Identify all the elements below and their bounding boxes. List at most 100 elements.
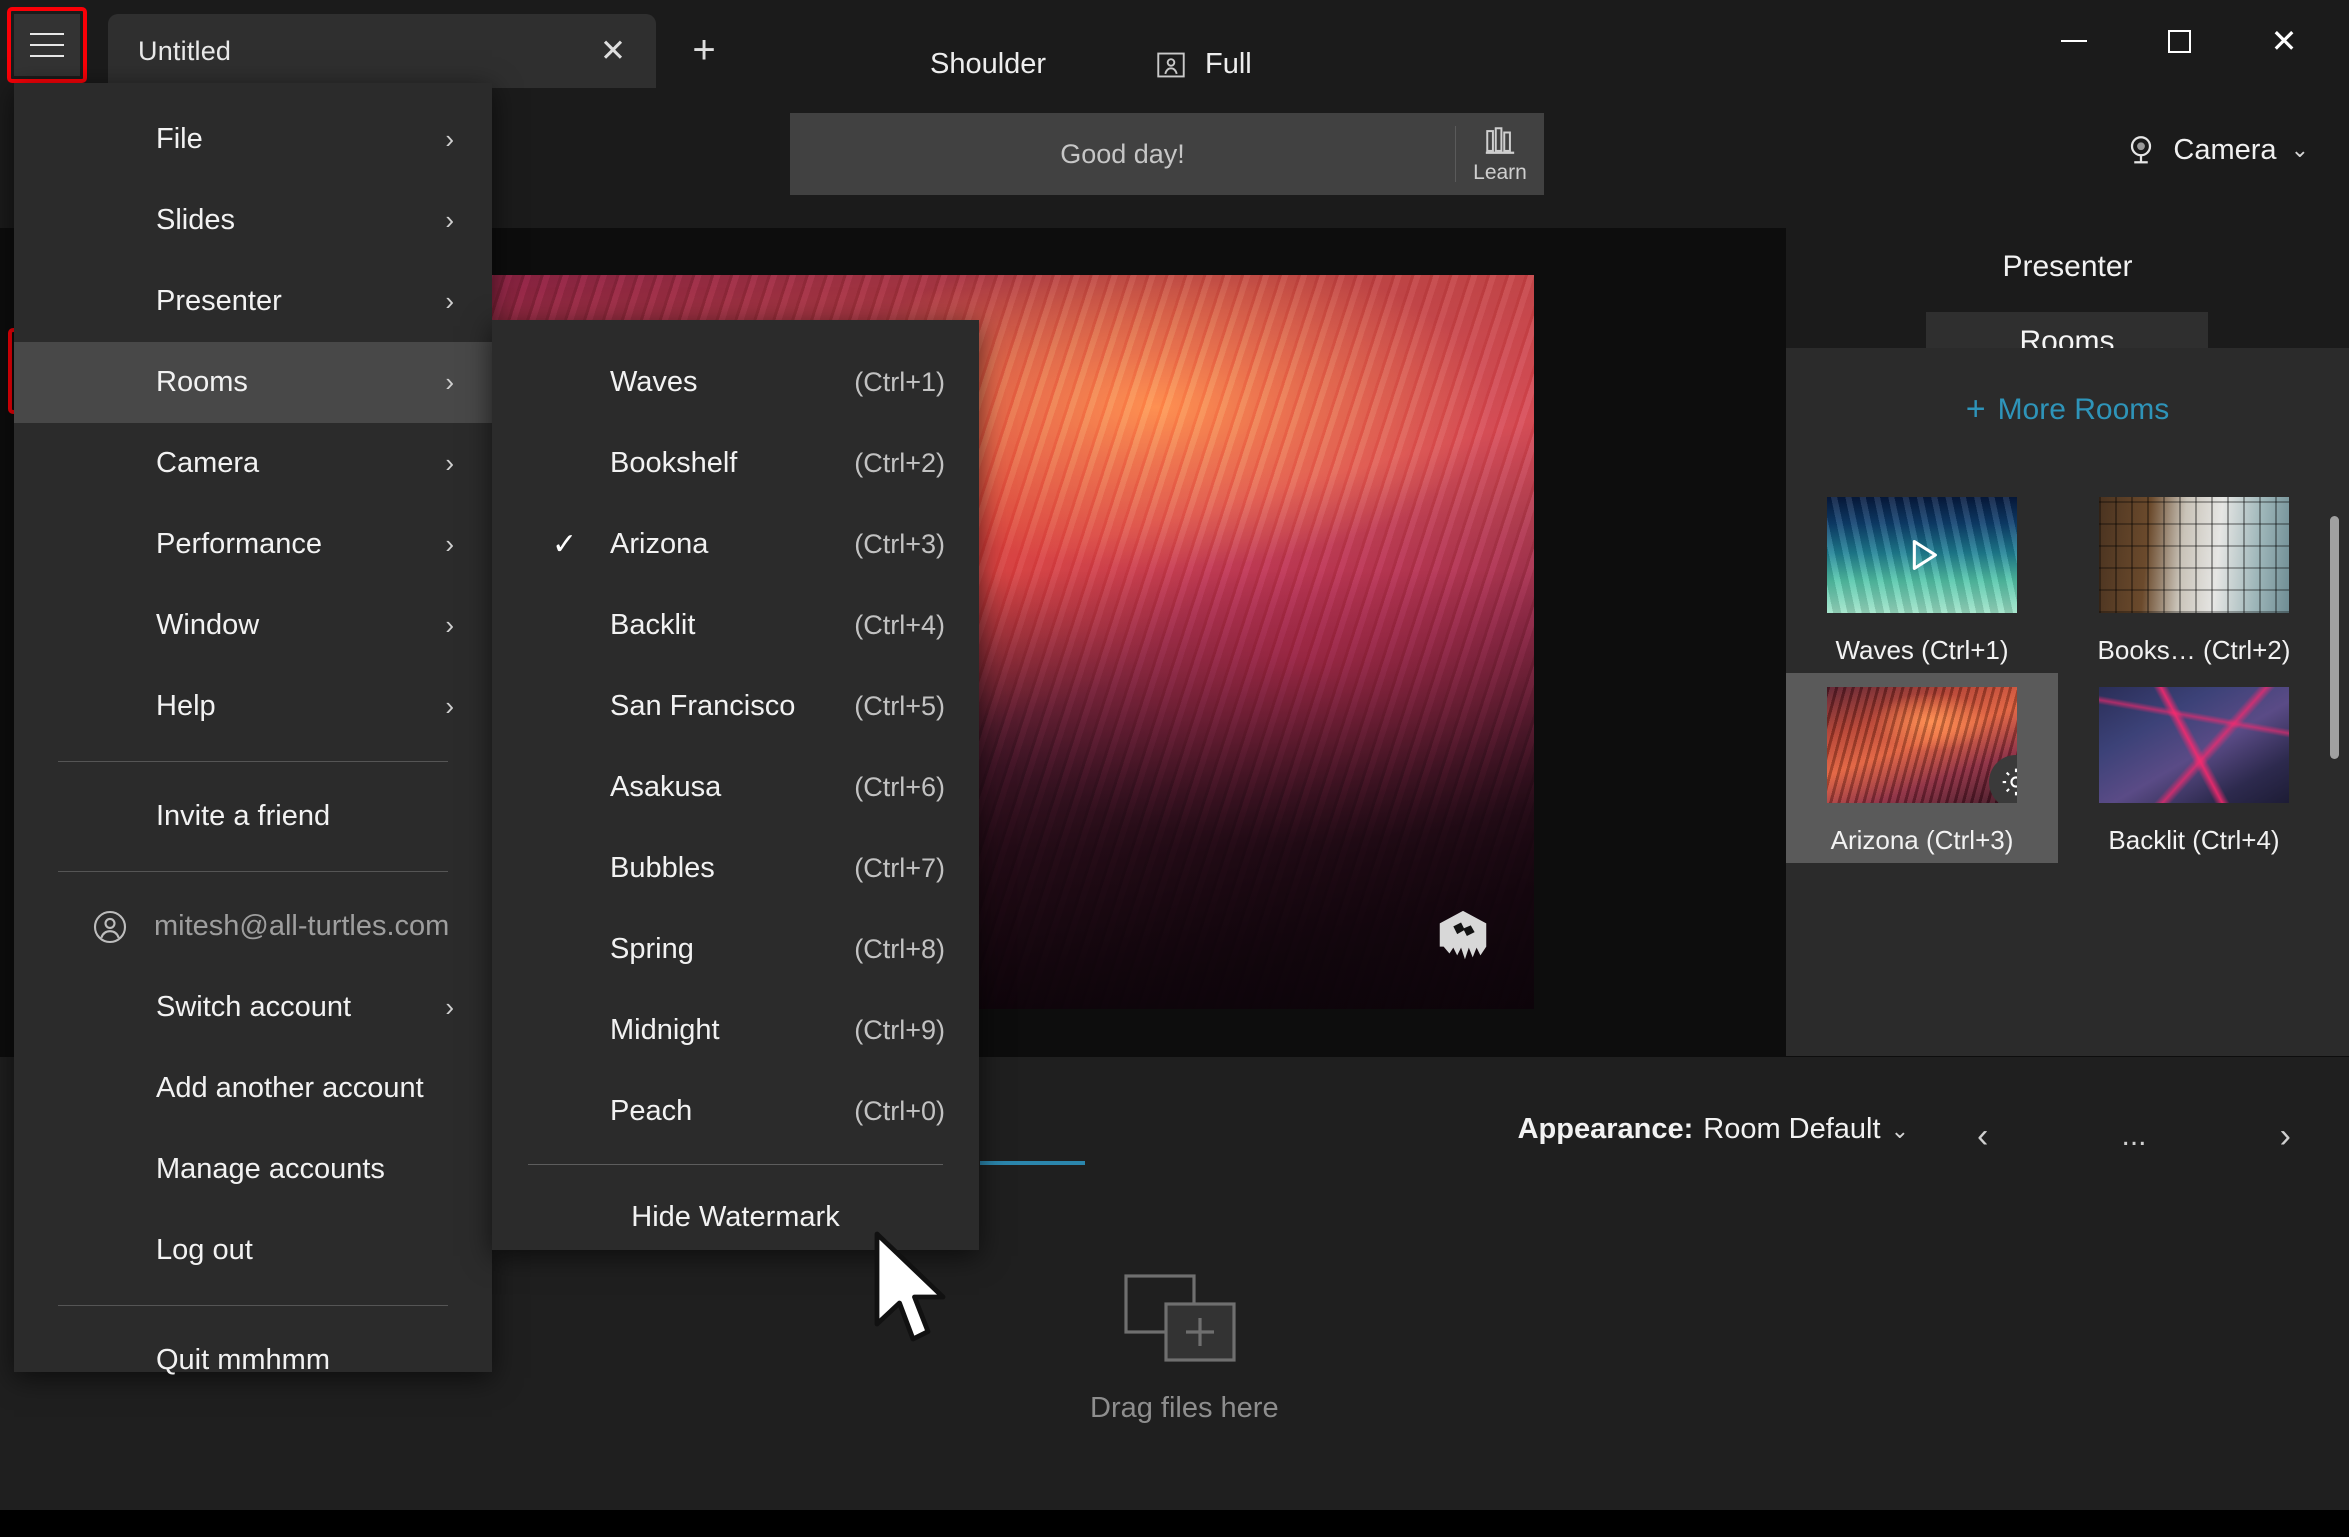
learn-button[interactable]: Learn (1456, 113, 1544, 195)
previous-button[interactable]: ‹ (1959, 1117, 2006, 1156)
more-options-button[interactable]: ... (2121, 1119, 2146, 1153)
close-icon: ✕ (2270, 23, 2298, 59)
submenu-item-arizona[interactable]: ✓ Arizona (Ctrl+3) (492, 504, 979, 585)
framing-shoulder-button[interactable]: Shoulder (930, 48, 1046, 81)
room-card-backlit[interactable]: Backlit (Ctrl+4) (2058, 673, 2330, 863)
submenu-item-label: Asakusa (610, 771, 722, 803)
menu-item-quit[interactable]: Quit mmhmm (14, 1320, 492, 1401)
menu-item-presenter[interactable]: Presenter › (14, 261, 492, 342)
chevron-right-icon: › (445, 124, 454, 154)
new-tab-button[interactable]: + (680, 26, 728, 74)
chevron-right-icon: › (445, 367, 454, 397)
next-button[interactable]: › (2262, 1117, 2309, 1156)
menu-item-help[interactable]: Help › (14, 666, 492, 747)
room-card-waves[interactable]: Waves (Ctrl+1) (1786, 483, 2058, 673)
dropzone-label: Drag files here (1090, 1392, 1279, 1424)
menu-item-label: Slides (156, 204, 235, 236)
rooms-panel: + More Rooms Waves (Ctrl+1) Books… (Ctrl… (1786, 348, 2349, 1056)
menu-item-invite-a-friend[interactable]: Invite a friend (14, 776, 492, 857)
appearance-prefix-label: Appearance: (1517, 1113, 1694, 1145)
gear-icon[interactable] (1989, 755, 2017, 803)
camera-selector[interactable]: Camera ⌄ (2123, 132, 2309, 168)
menu-item-switch-account[interactable]: Switch account › (14, 967, 492, 1048)
room-card-arizona[interactable]: Arizona (Ctrl+3) (1786, 673, 2058, 863)
room-card-bookshelf[interactable]: Books… (Ctrl+2) (2058, 483, 2330, 673)
checkmark-icon: ✓ (552, 528, 578, 561)
screen: Untitled ✕ + ✕ Good day! Learn Camera ⌄ … (0, 0, 2349, 1537)
submenu-item-spring[interactable]: Spring (Ctrl+8) (492, 909, 979, 990)
chevron-down-icon: ⌄ (2290, 137, 2309, 162)
menu-item-label: Manage accounts (156, 1153, 385, 1185)
maximize-button[interactable] (2140, 10, 2218, 72)
menu-item-slides[interactable]: Slides › (14, 180, 492, 261)
submenu-item-label: Arizona (610, 528, 709, 560)
submenu-item-shortcut: (Ctrl+6) (854, 772, 945, 802)
learn-label: Learn (1473, 160, 1527, 184)
submenu-item-bookshelf[interactable]: Bookshelf (Ctrl+2) (492, 423, 979, 504)
appearance-selector[interactable]: Appearance: Room Default ⌄ (1518, 1113, 1909, 1146)
framing-full-button[interactable]: Full (1155, 48, 1252, 81)
framing-full-label: Full (1205, 48, 1252, 80)
room-thumbnail (1827, 687, 2017, 803)
divider (528, 1164, 943, 1165)
pagination-controls: ‹ ... › (1959, 1105, 2309, 1167)
divider (58, 761, 448, 762)
room-caption: Backlit (Ctrl+4) (2108, 825, 2280, 855)
divider (58, 1305, 448, 1306)
chevron-right-icon: › (445, 529, 454, 559)
submenu-item-waves[interactable]: Waves (Ctrl+1) (492, 342, 979, 423)
app-window: Untitled ✕ + ✕ Good day! Learn Camera ⌄ … (0, 0, 2349, 1510)
minimize-icon (2061, 40, 2087, 42)
menu-item-window[interactable]: Window › (14, 585, 492, 666)
document-tab[interactable]: Untitled ✕ (108, 14, 656, 88)
submenu-item-san-francisco[interactable]: San Francisco (Ctrl+5) (492, 666, 979, 747)
submenu-item-label: San Francisco (610, 690, 796, 722)
more-rooms-button[interactable]: + More Rooms (1786, 348, 2349, 429)
account-avatar-icon (92, 909, 128, 945)
window-close-button[interactable]: ✕ (2245, 10, 2323, 72)
menu-item-label: Presenter (156, 285, 282, 317)
watermark-logo-icon (1432, 905, 1494, 967)
room-thumbnail (1827, 497, 2017, 613)
minimize-button[interactable] (2035, 10, 2113, 72)
submenu-item-shortcut: (Ctrl+2) (854, 448, 945, 478)
close-icon[interactable]: ✕ (594, 32, 632, 70)
submenu-item-bubbles[interactable]: Bubbles (Ctrl+7) (492, 828, 979, 909)
menu-item-log-out[interactable]: Log out (14, 1210, 492, 1291)
menu-item-label: Help (156, 690, 216, 722)
submenu-item-peach[interactable]: Peach (Ctrl+0) (492, 1071, 979, 1152)
greeting-bar: Good day! Learn (790, 113, 1544, 195)
menu-item-label: Switch account (156, 991, 352, 1023)
menu-item-file[interactable]: File › (14, 99, 492, 180)
sidebar-scrollbar[interactable] (2330, 516, 2339, 759)
person-frame-icon (1155, 51, 1187, 79)
rooms-submenu: Waves (Ctrl+1) Bookshelf (Ctrl+2) ✓ Ariz… (492, 320, 979, 1250)
menu-item-label: Rooms (156, 366, 248, 398)
submenu-item-backlit[interactable]: Backlit (Ctrl+4) (492, 585, 979, 666)
submenu-item-shortcut: (Ctrl+0) (854, 1096, 945, 1126)
divider (58, 871, 448, 872)
chevron-down-icon: ⌄ (1890, 1118, 1909, 1143)
submenu-item-midnight[interactable]: Midnight (Ctrl+9) (492, 990, 979, 1071)
presenter-sidebar: Presenter Rooms + More Rooms Waves (Ctrl… (1786, 228, 2349, 1056)
maximize-icon (2167, 29, 2191, 53)
room-grid: Waves (Ctrl+1) Books… (Ctrl+2) Arizona (… (1786, 483, 2331, 863)
menu-item-manage-accounts[interactable]: Manage accounts (14, 1129, 492, 1210)
submenu-item-shortcut: (Ctrl+5) (854, 691, 945, 721)
hamburger-menu-icon[interactable] (14, 14, 80, 76)
menu-item-label: Window (156, 609, 260, 641)
submenu-item-label: Spring (610, 933, 694, 965)
submenu-item-label: Bookshelf (610, 447, 738, 479)
menu-item-rooms[interactable]: Rooms › (14, 342, 492, 423)
room-caption: Waves (Ctrl+1) (1835, 635, 2009, 665)
menu-item-camera[interactable]: Camera › (14, 423, 492, 504)
chevron-right-icon: › (445, 286, 454, 316)
menu-item-add-another-account[interactable]: Add another account (14, 1048, 492, 1129)
submenu-item-asakusa[interactable]: Asakusa (Ctrl+6) (492, 747, 979, 828)
room-thumbnail (2099, 687, 2289, 803)
submenu-item-label: Bubbles (610, 852, 715, 884)
tab-title: Untitled (138, 35, 232, 66)
menu-item-performance[interactable]: Performance › (14, 504, 492, 585)
hide-watermark-button[interactable]: Hide Watermark (492, 1177, 979, 1258)
file-dropzone[interactable]: Drag files here (1090, 1270, 1279, 1425)
